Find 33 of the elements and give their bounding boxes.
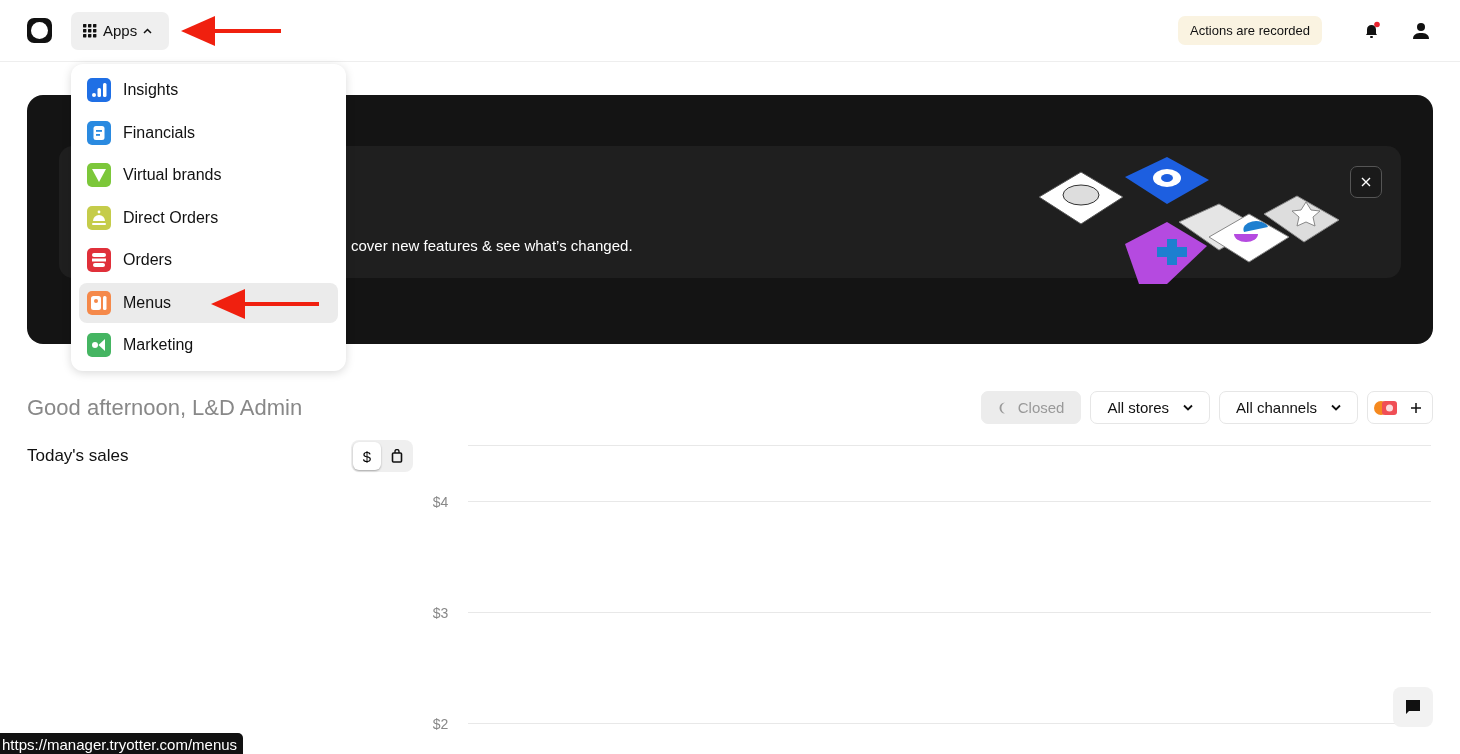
chevron-down-icon [1331, 404, 1341, 411]
channel-logos-icon [1374, 399, 1398, 416]
channels-dropdown[interactable]: All channels [1219, 391, 1358, 424]
close-icon [1360, 176, 1372, 188]
app-menu-item[interactable]: Direct Orders [79, 197, 338, 238]
user-icon[interactable] [1412, 21, 1430, 40]
app-menu-item[interactable]: Marketing [79, 325, 338, 365]
sales-title: Today's sales [27, 446, 129, 466]
axis-label: $4 [431, 493, 450, 510]
apps-button[interactable]: Apps [71, 11, 169, 50]
greeting-heading: Good afternoon, L&D Admin [27, 394, 303, 421]
chat-button[interactable] [1393, 687, 1433, 727]
caret-icon [143, 27, 153, 34]
stores-dropdown[interactable]: All stores [1090, 391, 1211, 424]
axis-label: $3 [431, 604, 450, 621]
grid-icon [83, 23, 97, 38]
status-url-tooltip: https://manager.tryotter.com/menus [0, 733, 244, 754]
logo-icon[interactable] [27, 18, 52, 43]
dollar-toggle-button[interactable]: $ [353, 442, 381, 470]
axis-label: $2 [431, 715, 450, 732]
close-button[interactable] [1350, 166, 1382, 198]
app-menu-item[interactable]: Orders [79, 240, 338, 280]
app-menu-item[interactable]: Insights [79, 70, 338, 110]
add-channel-button[interactable] [1367, 391, 1433, 424]
app-menu-item[interactable]: Virtual brands [79, 155, 338, 195]
chat-icon [1405, 699, 1421, 715]
chevron-down-icon [1183, 404, 1194, 411]
app-menu-item[interactable]: Menus [79, 282, 338, 323]
announcement-text: cover new features & see what’s changed. [351, 236, 633, 254]
recording-badge: Actions are recorded [1178, 16, 1322, 45]
plus-icon [1410, 401, 1422, 414]
app-menu-item[interactable]: Financials [79, 112, 338, 153]
shopping-bag-icon [391, 449, 403, 463]
